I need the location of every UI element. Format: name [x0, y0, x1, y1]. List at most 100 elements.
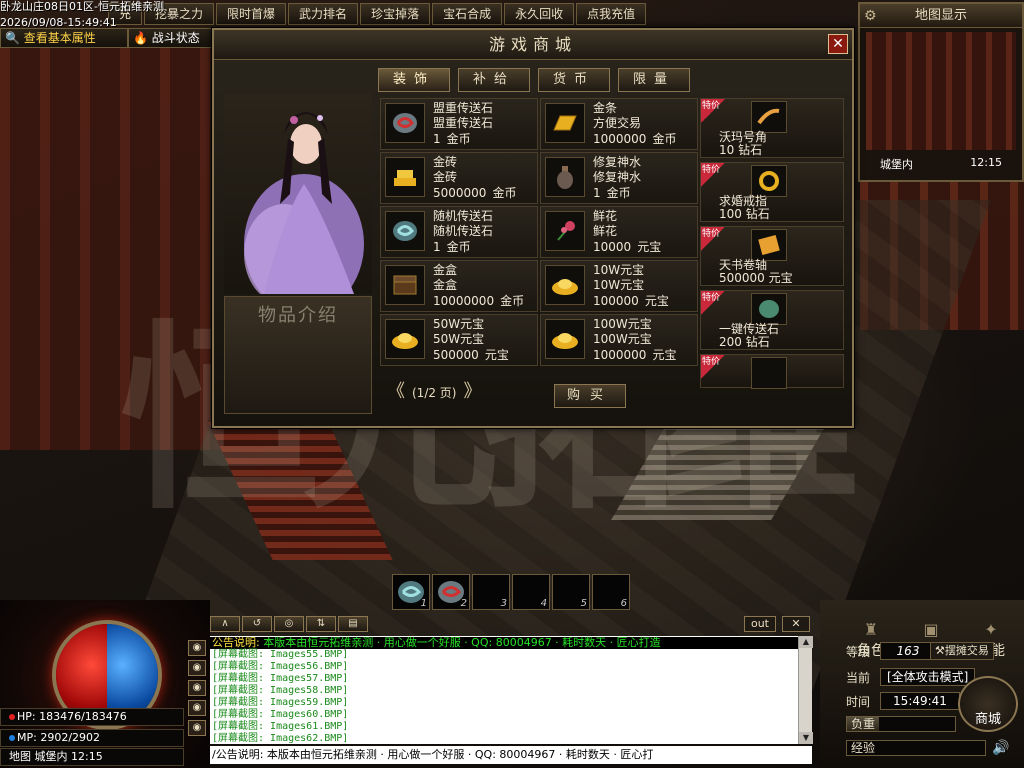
tab-decoration[interactable]: 装饰 [378, 68, 450, 92]
chat-side-buttons: ◉ ◉ ◉ ◉ ◉ [188, 640, 208, 740]
gold-bar-icon [545, 103, 585, 143]
tab-limited[interactable]: 限量 [618, 68, 690, 92]
limited-item[interactable]: 特价 沃玛号角 10 钻石 [700, 98, 844, 158]
speaker-icon[interactable]: ◉ [188, 640, 206, 656]
notice-line: 公告说明: 本版本由恒元拓维亲测 · 用心做一个好服 · QQ: 8000496… [210, 637, 798, 649]
chat-mode-icon[interactable]: ◎ [274, 616, 304, 632]
stone-icon [385, 103, 425, 143]
stone-icon [385, 211, 425, 251]
quick-bar: 🔍 查看基本属性 🔥 战斗状态 [0, 28, 216, 48]
weight-bar: 负重 [846, 716, 956, 732]
gear-icon[interactable]: ⚙ [864, 8, 877, 24]
location-readout: 地图 城堡内 12:15 [0, 748, 184, 766]
chat-mode-icon[interactable]: ↺ [242, 616, 272, 632]
chat-line: [屏幕截图: Images59.BMP] [212, 697, 349, 708]
shop-item[interactable]: 10W元宝 10W元宝 100000 元宝 [540, 260, 698, 312]
potion-icon [545, 157, 585, 197]
minimap-time: 12:15 [970, 156, 1002, 169]
view-attributes-button[interactable]: 🔍 查看基本属性 [0, 28, 128, 48]
volume-icon[interactable]: 🔊 [992, 740, 1009, 756]
tab-currency[interactable]: 货币 [538, 68, 610, 92]
limited-item[interactable]: 特价 天书卷轴 500000 元宝 [700, 226, 844, 286]
chat-mode-icon[interactable]: ∧ [210, 616, 240, 632]
close-button[interactable]: ✕ [828, 34, 848, 54]
menu-item-ranking[interactable]: 武力排名 [288, 3, 359, 25]
item-intro-panel: 物品介绍 [224, 296, 372, 414]
flower-icon [545, 211, 585, 251]
menu-item-treasure-drop[interactable]: 珍宝掉落 [360, 3, 431, 25]
bag-icon: ▣ [923, 620, 939, 639]
chat-input[interactable]: /公告说明: 本版本由恒元拓维亲测 · 用心做一个好服 · QQ: 800049… [210, 746, 812, 764]
shop-title: 游戏商城 [214, 30, 852, 60]
chat-mode-icon[interactable]: ▤ [338, 616, 368, 632]
character-portrait [224, 94, 372, 294]
orb-area: HP: 183476/183476 MP: 2902/2902 地图 城堡内 1… [0, 600, 210, 768]
bottom-hud: HP: 183476/183476 MP: 2902/2902 地图 城堡内 1… [0, 600, 1024, 768]
menu-item-recycle[interactable]: 永久回收 [504, 3, 575, 25]
menu-item-gem-merge[interactable]: 宝石合成 [432, 3, 503, 25]
sale-tag: 特价 [701, 355, 725, 379]
shop-city-button[interactable]: 商城 [958, 676, 1018, 732]
level-row: 等级 163 [846, 642, 936, 660]
item-intro-label: 物品介绍 [258, 305, 338, 326]
shop-item[interactable]: 金砖 金砖 5000000 金币 [380, 152, 538, 204]
prev-page-icon[interactable]: 《 [384, 382, 408, 402]
sale-tag: 特价 [701, 99, 725, 123]
limited-item[interactable]: 特价 一键传送石 200 钻石 [700, 290, 844, 350]
character-panel: ♜角色 ▣背包 ✦技能 等级 163 ⚒摆摊交易 当前 [全体攻击模式] 时间 … [820, 600, 1024, 768]
speaker-icon[interactable]: ◉ [188, 700, 206, 716]
time-value: 15:49:41 [880, 692, 960, 710]
chat-line: [屏幕截图: Images56.BMP] [212, 661, 349, 672]
minimap-title: 地图显示 [860, 4, 1022, 28]
server-name: 卧龙山庄08日01区-恒元拓维亲测 [0, 0, 164, 13]
out-button[interactable]: out [744, 616, 776, 632]
chat-line: [屏幕截图: Images57.BMP] [212, 673, 349, 684]
shop-item[interactable]: 金盒 金盒 10000000 金币 [380, 260, 538, 312]
stall-trade-button[interactable]: ⚒摆摊交易 [930, 642, 994, 660]
limited-item[interactable]: 特价 求婚戒指 100 钻石 [700, 162, 844, 222]
fight-state-button[interactable]: 🔥 战斗状态 [128, 28, 216, 48]
time-row: 时间 15:49:41 [846, 692, 960, 710]
speaker-icon[interactable]: ◉ [188, 720, 206, 736]
shop-item[interactable]: 随机传送石 随机传送石 1 金币 [380, 206, 538, 258]
mp-readout: MP: 2902/2902 [0, 729, 184, 747]
minimap-image[interactable] [866, 32, 1016, 150]
chat-line: [屏幕截图: Images61.BMP] [212, 721, 349, 732]
minimap-map-name: 城堡内 [880, 158, 913, 171]
minimap[interactable]: 地图显示 ⚙ 城堡内 12:15 [858, 2, 1024, 182]
scroll-up-icon[interactable]: ▲ [799, 636, 813, 648]
server-datetime: 2026/09/08-15:49:41 [0, 16, 117, 29]
fire-icon: 🔥 [133, 31, 148, 45]
chest-icon [385, 265, 425, 305]
tab-supplies[interactable]: 补给 [458, 68, 530, 92]
chat-log[interactable]: 公告说明: 本版本由恒元拓维亲测 · 用心做一个好服 · QQ: 8000496… [210, 636, 798, 744]
shop-item[interactable]: 修复神水 修复神水 1 金币 [540, 152, 698, 204]
menu-item-limited-drop[interactable]: 限时首爆 [216, 3, 287, 25]
horn-icon [751, 101, 787, 133]
scroll-down-icon[interactable]: ▼ [799, 732, 813, 744]
buy-button[interactable]: 购买 [554, 384, 626, 408]
shop-item[interactable]: 金条 方便交易 1000000 金币 [540, 98, 698, 150]
ingot-icon [385, 319, 425, 359]
shop-item[interactable]: 盟重传送石 盟重传送石 1 金币 [380, 98, 538, 150]
ingot-icon [545, 265, 585, 305]
next-page-icon[interactable]: 》 [461, 382, 485, 402]
exp-bar: 经验 [846, 740, 986, 756]
stats: HP: 183476/183476 MP: 2902/2902 [0, 708, 184, 750]
chat-mode-icon[interactable]: ⇅ [306, 616, 336, 632]
ingot-icon [545, 319, 585, 359]
shop-item[interactable]: 100W元宝 100W元宝 1000000 元宝 [540, 314, 698, 366]
chat-close-button[interactable]: ✕ [782, 616, 810, 632]
limited-item[interactable]: 特价 [700, 354, 844, 389]
jade-stone-icon [751, 293, 787, 325]
menu-item-topup[interactable]: 点我充值 [576, 3, 647, 25]
speaker-icon[interactable]: ◉ [188, 680, 206, 696]
sale-tag: 特价 [701, 163, 725, 187]
gavel-icon: ⚒ [935, 644, 945, 657]
helmet-icon: ♜ [863, 620, 879, 639]
shop-item[interactable]: 50W元宝 50W元宝 500000 元宝 [380, 314, 538, 366]
chat-scrollbar[interactable]: ▲ ▼ [798, 636, 813, 744]
speaker-icon[interactable]: ◉ [188, 660, 206, 676]
shop-item[interactable]: 鲜花 鲜花 10000 元宝 [540, 206, 698, 258]
attack-mode-value[interactable]: [全体攻击模式] [880, 668, 976, 686]
